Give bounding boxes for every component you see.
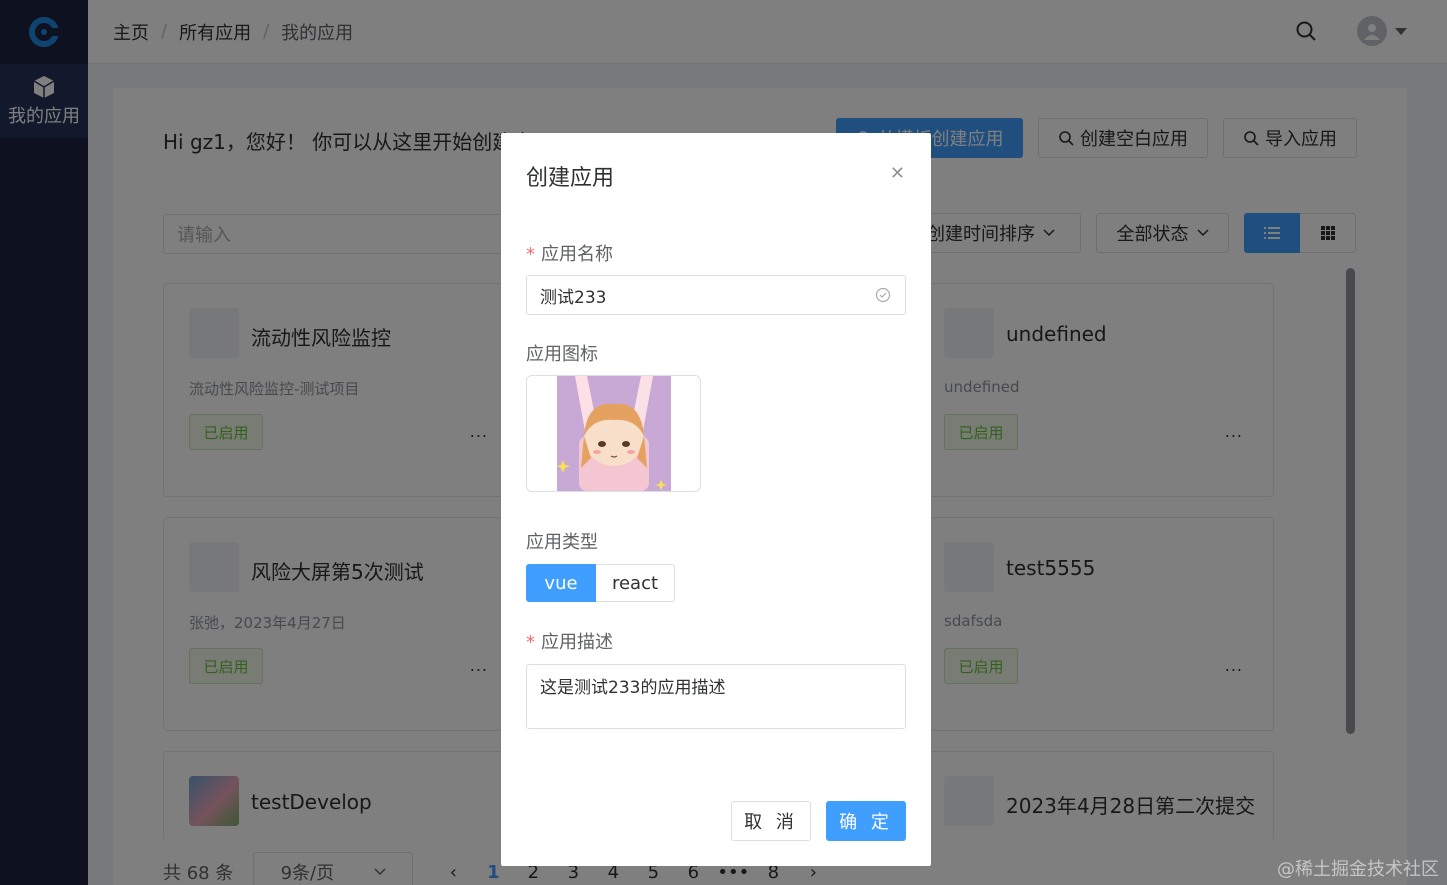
app-description-label: * 应用描述	[526, 632, 613, 653]
app-description-textarea[interactable]: 这是测试233的应用描述	[526, 664, 906, 729]
type-option-vue[interactable]: vue	[526, 564, 596, 602]
watermark: @稀土掘金技术社区	[1277, 859, 1439, 880]
create-app-dialog: 创建应用 ✕ *应用名称 测试233 应用图标 应用类型 vue react	[501, 133, 931, 866]
close-icon[interactable]: ✕	[890, 163, 905, 184]
app-icon-image	[556, 376, 671, 491]
app-name-label: * 应用名称	[526, 244, 613, 265]
app-type-radio-group: vue react	[526, 564, 675, 602]
circle-check-icon	[875, 287, 891, 303]
app-icon-label: 应用图标	[526, 344, 598, 365]
app-icon-upload[interactable]	[526, 375, 701, 492]
type-option-react[interactable]: react	[596, 564, 675, 602]
app-type-label: 应用类型	[526, 532, 598, 553]
cancel-button[interactable]: 取 消	[731, 801, 811, 841]
app-name-input[interactable]: 测试233	[526, 275, 906, 315]
dialog-title: 创建应用	[526, 166, 615, 191]
confirm-button[interactable]: 确 定	[826, 801, 906, 841]
app-name-value: 测试233	[540, 287, 607, 308]
